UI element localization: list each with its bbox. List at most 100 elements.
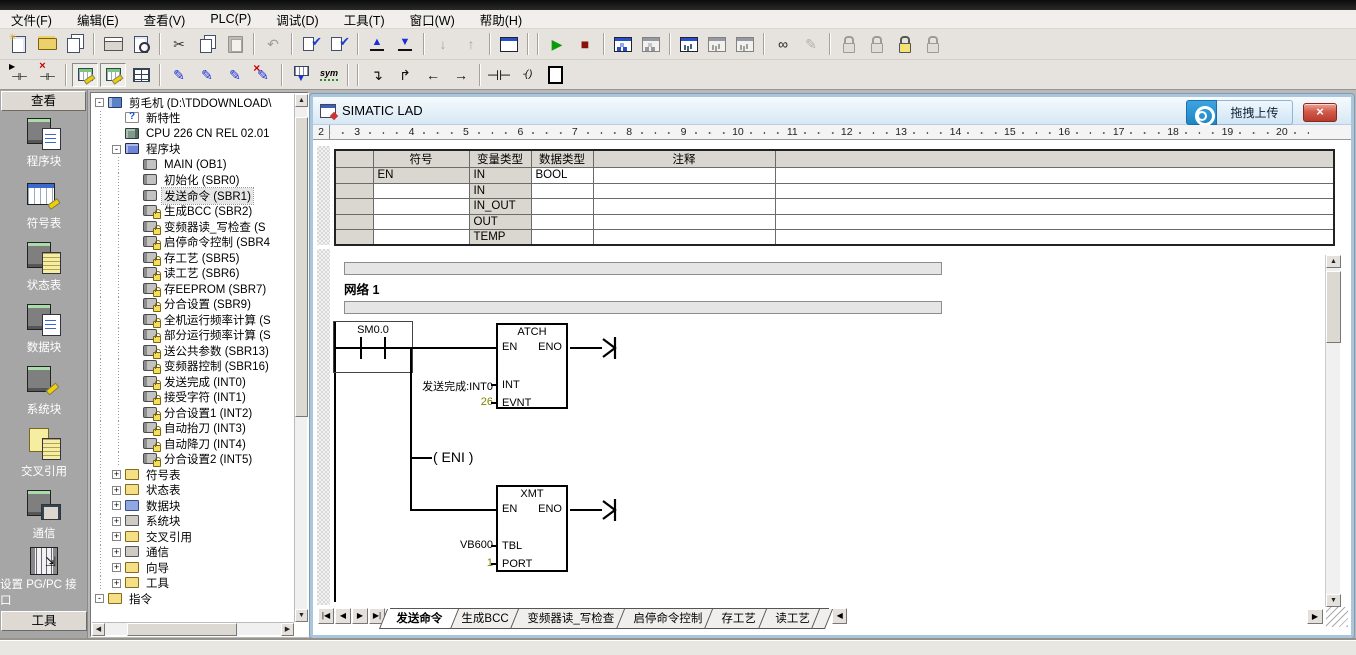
atch-instruction-box[interactable]: ATCH EN ENO INT EVNT (496, 323, 568, 409)
tree-item[interactable]: 初始化 (SBR0) (92, 173, 294, 189)
scroll-right-button[interactable]: ▶ (281, 623, 294, 636)
tab-scroll-left-button[interactable]: ◀ (832, 608, 847, 624)
write-all-button[interactable]: ✎ (798, 32, 824, 56)
tree-item[interactable]: 全机运行频率计算 (S (92, 312, 294, 328)
var-type-cell[interactable]: IN_OUT (469, 199, 531, 215)
delete-network-button[interactable] (250, 63, 276, 87)
next-network-button[interactable]: ▶ (352, 608, 368, 624)
data-type-cell[interactable] (531, 199, 593, 215)
data-type-cell[interactable] (531, 214, 593, 230)
tree-item[interactable]: - 剪毛机 (D:\TDDOWNLOAD\ (92, 95, 294, 111)
menu-item[interactable]: 调试(D) (267, 8, 327, 31)
sort-ascending-button[interactable]: ↓ (430, 32, 456, 56)
tree-item[interactable]: + 数据块 (92, 498, 294, 514)
view-data-block[interactable]: 数据块 (0, 298, 88, 360)
bookmark-table-button[interactable] (288, 63, 314, 87)
atch-int-operand[interactable]: 发送完成:INT0 (368, 378, 493, 394)
tree-item[interactable]: CPU 226 CN REL 02.01 (92, 126, 294, 142)
close-button[interactable]: × (1303, 103, 1337, 122)
ladder-horizontal-scroll-right-button[interactable]: ▶ (1307, 609, 1323, 624)
tree-vertical-scrollbar[interactable]: ▲ ▼ (294, 94, 307, 622)
tree-expander[interactable]: + (112, 470, 121, 479)
compile-all-button[interactable] (326, 32, 352, 56)
compile-button[interactable] (298, 32, 324, 56)
menu-item[interactable]: 文件(F) (2, 8, 61, 31)
variable-table-row[interactable]: EN IN BOOL (335, 168, 1334, 184)
view-symbol-table[interactable]: 符号表 (0, 174, 88, 236)
resize-grip[interactable] (1326, 607, 1348, 627)
print-preview-button[interactable] (128, 32, 154, 56)
tree-item[interactable]: - 指令 (92, 591, 294, 607)
data-type-cell[interactable]: BOOL (531, 168, 593, 184)
scroll-up-button[interactable]: ▲ (1326, 255, 1341, 268)
tree-item[interactable]: + 交叉引用 (92, 529, 294, 545)
comment-cell[interactable] (593, 183, 775, 199)
tree-expander[interactable]: + (112, 532, 121, 541)
menu-item[interactable]: 编辑(E) (68, 8, 128, 31)
tree-expander[interactable]: + (112, 548, 121, 557)
program-status-button[interactable] (610, 32, 636, 56)
scroll-left-button[interactable]: ◀ (92, 623, 105, 636)
print-button[interactable] (100, 32, 126, 56)
symbol-cell[interactable] (373, 230, 469, 246)
options-window-button[interactable] (496, 32, 522, 56)
insert-right-line-button[interactable]: → (448, 63, 474, 87)
force-button[interactable] (836, 32, 862, 56)
tree-item[interactable]: + 通信 (92, 545, 294, 561)
password-lock-button[interactable] (892, 32, 918, 56)
scroll-down-button[interactable]: ▼ (295, 609, 308, 622)
xmt-instruction-box[interactable]: XMT EN ENO TBL PORT (496, 485, 568, 572)
tree-item[interactable]: 自动抬刀 (INT3) (92, 421, 294, 437)
table-grid-button[interactable] (128, 63, 154, 87)
network-title-bar[interactable] (344, 262, 942, 275)
symbol-cell[interactable] (373, 199, 469, 215)
insert-down-line-button[interactable]: ↴ (364, 63, 390, 87)
paste-network-button[interactable]: ✎ (194, 63, 220, 87)
row-header-cell[interactable] (335, 230, 373, 246)
row-header-cell[interactable] (335, 214, 373, 230)
insert-up-line-button[interactable]: ↱ (392, 63, 418, 87)
undo-button[interactable]: ↶ (260, 32, 286, 56)
comment-cell[interactable] (593, 168, 775, 184)
tree-item[interactable]: 接受字符 (INT1) (92, 390, 294, 406)
contact-operand[interactable]: SM0.0 (340, 324, 406, 336)
variable-table-row[interactable]: TEMP (335, 230, 1334, 246)
open-file-button[interactable] (34, 32, 60, 56)
symbol-cell[interactable]: EN (373, 168, 469, 184)
row-header-cell[interactable] (335, 199, 373, 215)
view-set-pgpc-interface[interactable]: 设置 PG/PC 接口 (0, 546, 88, 608)
view-status-chart[interactable]: 状态表 (0, 236, 88, 298)
tools-bar-header[interactable]: 工具 (1, 611, 87, 631)
pou-tab[interactable]: 启停命令控制 (616, 609, 719, 629)
variable-table-row[interactable]: IN (335, 183, 1334, 199)
variable-table-row[interactable]: OUT (335, 214, 1334, 230)
tree-item[interactable]: ? 新特性 (92, 111, 294, 127)
tree-item[interactable]: 部分运行频率计算 (S (92, 328, 294, 344)
symbol-cell[interactable] (373, 183, 469, 199)
paste-button[interactable] (222, 32, 248, 56)
tree-item[interactable]: 存工艺 (SBR5) (92, 250, 294, 266)
tree-item[interactable]: + 工具 (92, 576, 294, 592)
tree-item[interactable]: + 符号表 (92, 467, 294, 483)
insert-left-line-button[interactable]: ← (420, 63, 446, 87)
data-type-cell[interactable] (531, 230, 593, 246)
tree-item[interactable]: + 向导 (92, 560, 294, 576)
clear-bookmark-button[interactable] (34, 63, 60, 87)
variable-table-row[interactable]: IN_OUT (335, 199, 1334, 215)
xmt-tbl-operand[interactable]: VB600 (368, 539, 493, 551)
eni-coil[interactable]: ( ENI ) (433, 449, 473, 465)
var-type-cell[interactable]: OUT (469, 214, 531, 230)
tree-expander[interactable]: + (112, 579, 121, 588)
sort-descending-button[interactable]: ↑ (458, 32, 484, 56)
tree-expander[interactable]: + (112, 486, 121, 495)
tree-expander[interactable]: + (112, 563, 121, 572)
tree-item[interactable]: 送公共参数 (SBR13) (92, 343, 294, 359)
tree-expander[interactable]: + (112, 501, 121, 510)
view-cross-reference[interactable]: 交叉引用 (0, 422, 88, 484)
row-header-cell[interactable] (335, 168, 373, 184)
chart-status-single-button[interactable] (704, 32, 730, 56)
menu-item[interactable]: PLC(P) (201, 10, 260, 28)
symbolic-addressing-toggle[interactable] (316, 63, 342, 87)
menu-item[interactable]: 工具(T) (335, 8, 394, 31)
chart-status-button[interactable] (676, 32, 702, 56)
